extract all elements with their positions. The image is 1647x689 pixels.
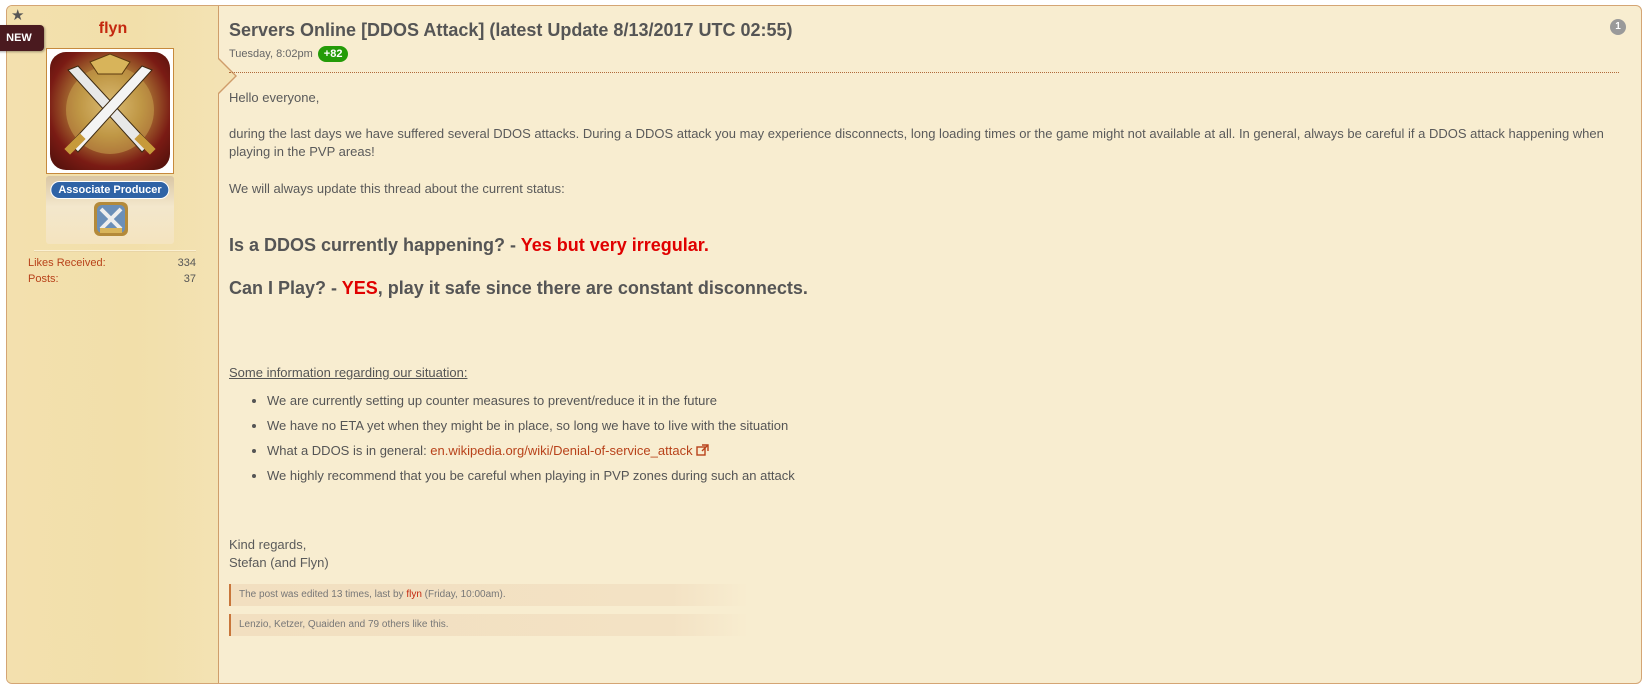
update-text: We will always update this thread about … — [229, 181, 565, 196]
status-question-play: Can I Play? - YES, play it safe since th… — [229, 278, 808, 299]
stats-divider — [34, 250, 196, 252]
rank-badge[interactable]: Associate Producer — [50, 181, 170, 199]
intro-paragraph: during the last days we have suffered se… — [229, 126, 1604, 159]
avatar-image — [50, 52, 170, 170]
avatar[interactable] — [46, 48, 174, 174]
user-sidebar: ★ flyn Associate Producer Likes Received… — [7, 6, 219, 683]
stat-posts: Posts: 37 — [28, 273, 196, 285]
title-divider — [229, 72, 1619, 73]
stat-label[interactable]: Likes Received: — [28, 257, 106, 269]
status-question-ddos: Is a DDOS currently happening? - Yes but… — [229, 235, 709, 256]
signature-block: Kind regards, Stefan (and Flyn) — [229, 536, 329, 572]
answer-text: Yes but very irregular. — [520, 235, 709, 255]
list-item-text: What a DDOS is in general: — [267, 443, 431, 458]
external-link-icon[interactable] — [695, 444, 709, 456]
answer-highlight: YES — [341, 278, 378, 298]
stat-label[interactable]: Posts: — [28, 273, 59, 285]
stat-value: 334 — [177, 257, 196, 269]
question-text: Can I Play? - — [229, 278, 342, 298]
like-count-badge[interactable]: +82 — [317, 46, 349, 62]
edit-note-text: The post was edited 13 times, last by — [239, 589, 407, 600]
list-item: What a DDOS is in general: en.wikipedia.… — [267, 438, 795, 463]
list-item: We highly recommend that you be careful … — [267, 463, 795, 488]
likes-note[interactable]: Lenzio, Ketzer, Quaiden and 79 others li… — [229, 614, 749, 636]
info-list: We are currently setting up counter meas… — [246, 388, 795, 488]
question-text: Is a DDOS currently happening? - — [229, 235, 521, 255]
edit-note-user-link[interactable]: flyn — [406, 589, 422, 600]
edit-note-time: (Friday, 10:00am). — [421, 589, 506, 600]
post-number[interactable]: 1 — [1610, 19, 1626, 35]
post-title[interactable]: Servers Online [DDOS Attack] (latest Upd… — [229, 20, 793, 41]
new-badge: NEW — [0, 25, 44, 51]
answer-rest: , play it safe since there are constant … — [377, 278, 808, 298]
list-item: We have no ETA yet when they might be in… — [267, 413, 795, 438]
post-meta: Tuesday, 8:02pm +82 — [229, 46, 349, 62]
stat-value: 37 — [183, 273, 196, 285]
greeting-text: Hello everyone, — [229, 90, 320, 105]
rank-icon — [94, 202, 128, 236]
wikipedia-link[interactable]: en.wikipedia.org/wiki/Denial-of-service_… — [430, 443, 692, 458]
edit-note: The post was edited 13 times, last by fl… — [229, 584, 749, 606]
stat-likes-received: Likes Received: 334 — [28, 257, 196, 269]
regards-text: Kind regards, — [229, 537, 307, 552]
signature-text: Stefan (and Flyn) — [229, 555, 329, 570]
crossed-swords-icon — [64, 53, 156, 155]
rank-area: Associate Producer — [46, 176, 174, 244]
post-date[interactable]: Tuesday, 8:02pm — [229, 48, 313, 60]
forum-post: ★ flyn Associate Producer Likes Received… — [6, 5, 1642, 684]
post-content: Servers Online [DDOS Attack] (latest Upd… — [229, 6, 1634, 683]
list-item: We are currently setting up counter meas… — [267, 388, 795, 413]
info-heading: Some information regarding our situation… — [229, 365, 468, 380]
